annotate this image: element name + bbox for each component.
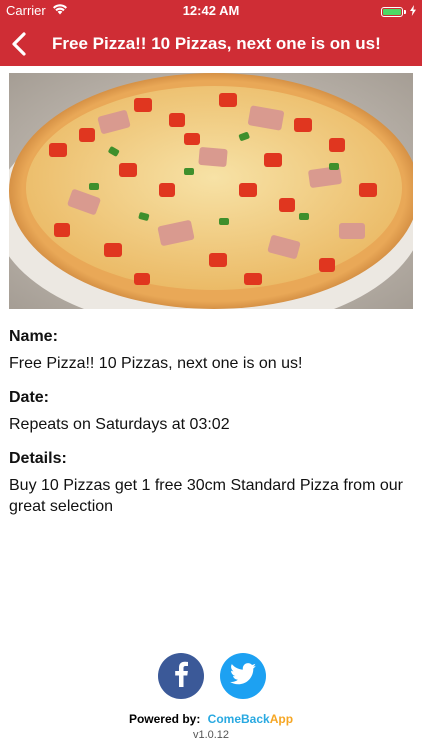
social-buttons xyxy=(158,653,266,699)
navigation-bar: Free Pizza!! 10 Pizzas, next one is on u… xyxy=(0,22,422,66)
brand-back: Back xyxy=(241,712,270,726)
twitter-icon xyxy=(230,662,256,690)
details-value: Buy 10 Pizzas get 1 free 30cm Standard P… xyxy=(9,477,403,515)
battery-level xyxy=(383,8,401,15)
brand-app: App xyxy=(269,712,294,726)
offer-image xyxy=(9,73,413,309)
facebook-icon xyxy=(171,661,191,692)
status-time: 12:42 AM xyxy=(182,3,240,18)
powered-by-label: Powered by: xyxy=(128,712,201,726)
pizza-photo-icon xyxy=(9,73,413,309)
chevron-left-icon xyxy=(8,32,32,62)
offer-details: Name: Free Pizza!! 10 Pizzas, next one i… xyxy=(9,328,413,532)
date-value: Repeats on Saturdays at 03:02 xyxy=(9,416,230,433)
charging-icon xyxy=(410,4,416,19)
status-bar: Carrier 12:42 AM xyxy=(0,0,422,22)
back-button[interactable] xyxy=(8,30,32,58)
nav-title: Free Pizza!! 10 Pizzas, next one is on u… xyxy=(52,34,381,53)
brand-come: Come xyxy=(207,712,242,726)
battery-group xyxy=(381,4,416,19)
app-version: v1.0.12 xyxy=(192,729,230,741)
facebook-button[interactable] xyxy=(158,653,204,699)
name-value: Free Pizza!! 10 Pizzas, next one is on u… xyxy=(9,355,303,372)
brand-logo[interactable]: ComeBackApp xyxy=(208,712,293,726)
powered-by: Powered by: ComeBackApp xyxy=(0,712,422,726)
twitter-button[interactable] xyxy=(220,653,266,699)
name-label: Name: xyxy=(9,328,58,345)
battery-tip xyxy=(404,9,406,14)
date-label: Date: xyxy=(9,389,50,406)
details-label: Details: xyxy=(9,450,67,467)
battery-icon xyxy=(381,6,403,17)
